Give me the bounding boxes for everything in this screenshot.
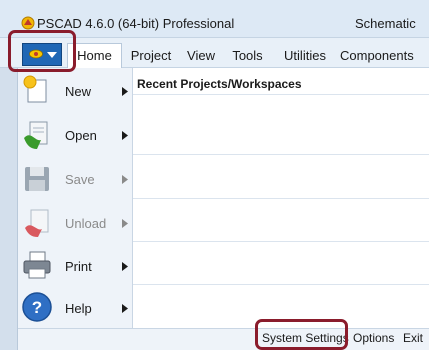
recent-projects-panel: Recent Projects/Workspaces [133,68,429,328]
menu-item-unload[interactable]: Unload [18,202,132,244]
save-floppy-icon [25,167,49,191]
menu-item-open[interactable]: Open [18,114,132,156]
menu-item-label: Save [65,172,95,187]
menu-item-label: Print [65,259,92,274]
divider [133,241,429,242]
recent-projects-header: Recent Projects/Workspaces [137,77,302,91]
menu-item-label: Open [65,128,97,143]
unload-icon [25,209,49,237]
help-icon: ? [22,292,52,322]
new-sun-icon [23,75,47,103]
chevron-right-icon [122,262,128,271]
tab-view[interactable]: View [184,43,218,68]
file-menu: New Open Save Unload Print ? Help [18,68,133,328]
exit-button[interactable]: Exit [403,331,423,345]
open-folder-icon [24,121,48,149]
menu-item-help[interactable]: ? Help [18,287,132,329]
window-title: PSCAD 4.6.0 (64-bit) Professional [37,16,235,31]
chevron-right-icon [122,219,128,228]
highlight-file-button [8,30,76,72]
highlight-system-settings [255,319,348,350]
options-button[interactable]: Options [353,331,394,345]
svg-text:?: ? [32,298,42,317]
window-title-right: Schematic [355,16,416,31]
menu-item-label: Unload [65,216,107,231]
chevron-right-icon [122,87,128,96]
tab-project[interactable]: Project [130,43,172,68]
tab-components[interactable]: Components [340,43,414,68]
divider [133,284,429,285]
tab-utilities[interactable]: Utilities [280,43,330,68]
chevron-right-icon [122,175,128,184]
divider [133,94,429,95]
menu-item-new[interactable]: New [18,70,132,112]
divider [133,198,429,199]
chevron-right-icon [122,131,128,140]
menu-item-label: Help [65,301,92,316]
menu-item-print[interactable]: Print [18,245,132,287]
background-strip [0,68,18,350]
divider [133,154,429,155]
menu-item-label: New [65,84,92,99]
pscad-logo-icon [21,16,35,30]
printer-icon [23,251,51,279]
tab-tools[interactable]: Tools [230,43,265,68]
chevron-right-icon [122,304,128,313]
menu-item-save[interactable]: Save [18,158,132,200]
